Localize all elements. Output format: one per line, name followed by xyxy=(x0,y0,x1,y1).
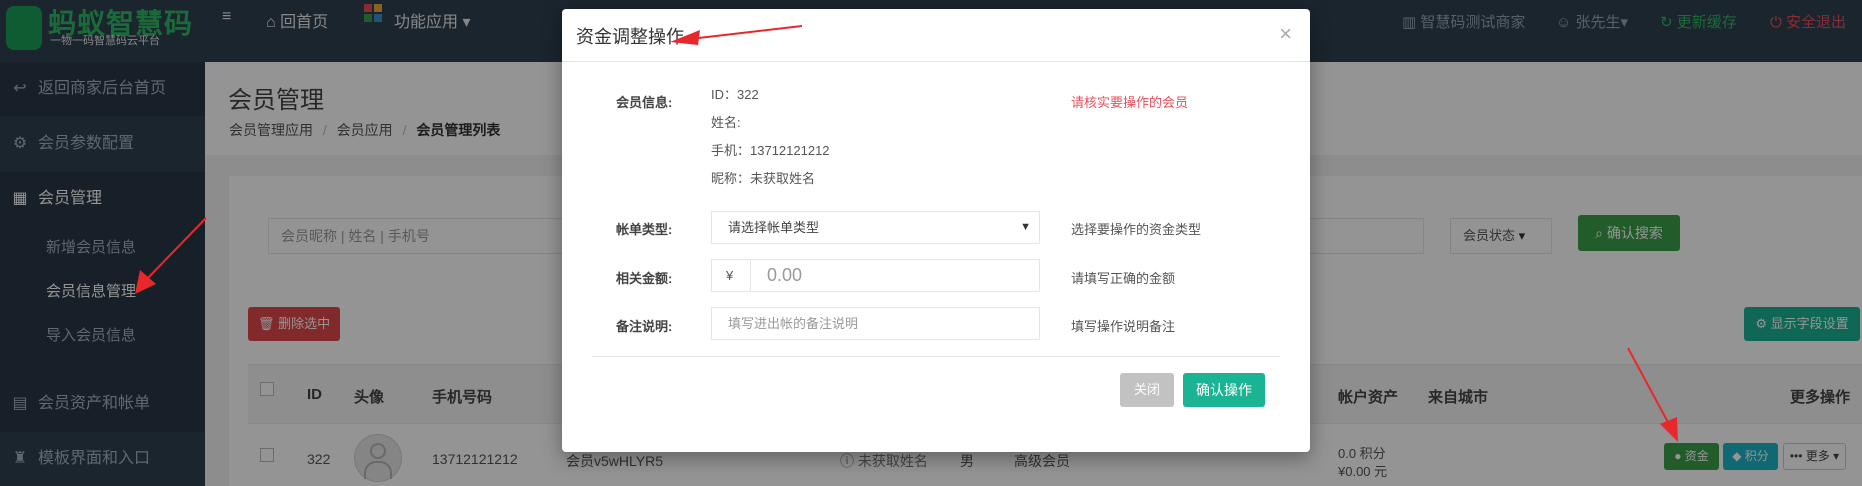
member-name: 姓名: xyxy=(711,115,741,130)
amount-label: 相关金额: xyxy=(616,271,673,286)
member-id: ID：322 xyxy=(711,87,759,102)
remark-input[interactable]: 填写进出帐的备注说明 xyxy=(711,307,1040,340)
modal-header-divider xyxy=(562,61,1310,62)
currency-addon: ¥ xyxy=(711,259,751,292)
verify-member-warning: 请核实要操作的会员 xyxy=(1071,95,1189,110)
amount-input[interactable]: 0.00 xyxy=(750,259,1040,292)
member-phone: 手机：13712121212 xyxy=(711,143,830,158)
bill-type-hint: 选择要操作的资金类型 xyxy=(1071,222,1202,237)
close-icon[interactable]: × xyxy=(1279,21,1292,47)
remark-label: 备注说明: xyxy=(616,319,673,334)
remark-hint: 填写操作说明备注 xyxy=(1071,319,1176,334)
bill-type-select[interactable]: 请选择帐单类型 ▼ xyxy=(711,211,1040,244)
close-button[interactable]: 关闭 xyxy=(1120,373,1174,407)
amount-hint: 请填写正确的金额 xyxy=(1071,271,1176,286)
caret-down-icon: ▼ xyxy=(1020,221,1031,233)
modal-title: 资金调整操作 xyxy=(576,27,684,47)
bill-type-label: 帐单类型: xyxy=(616,222,673,237)
bill-type-value: 请选择帐单类型 xyxy=(728,220,820,235)
confirm-button[interactable]: 确认操作 xyxy=(1183,373,1265,407)
member-info-label: 会员信息: xyxy=(616,95,673,110)
modal-footer-divider xyxy=(592,356,1280,357)
member-nickname: 昵称：未获取姓名 xyxy=(711,171,816,186)
funds-adjust-modal: 资金调整操作 × 会员信息: ID：322 姓名: 手机：13712121212… xyxy=(562,9,1310,452)
